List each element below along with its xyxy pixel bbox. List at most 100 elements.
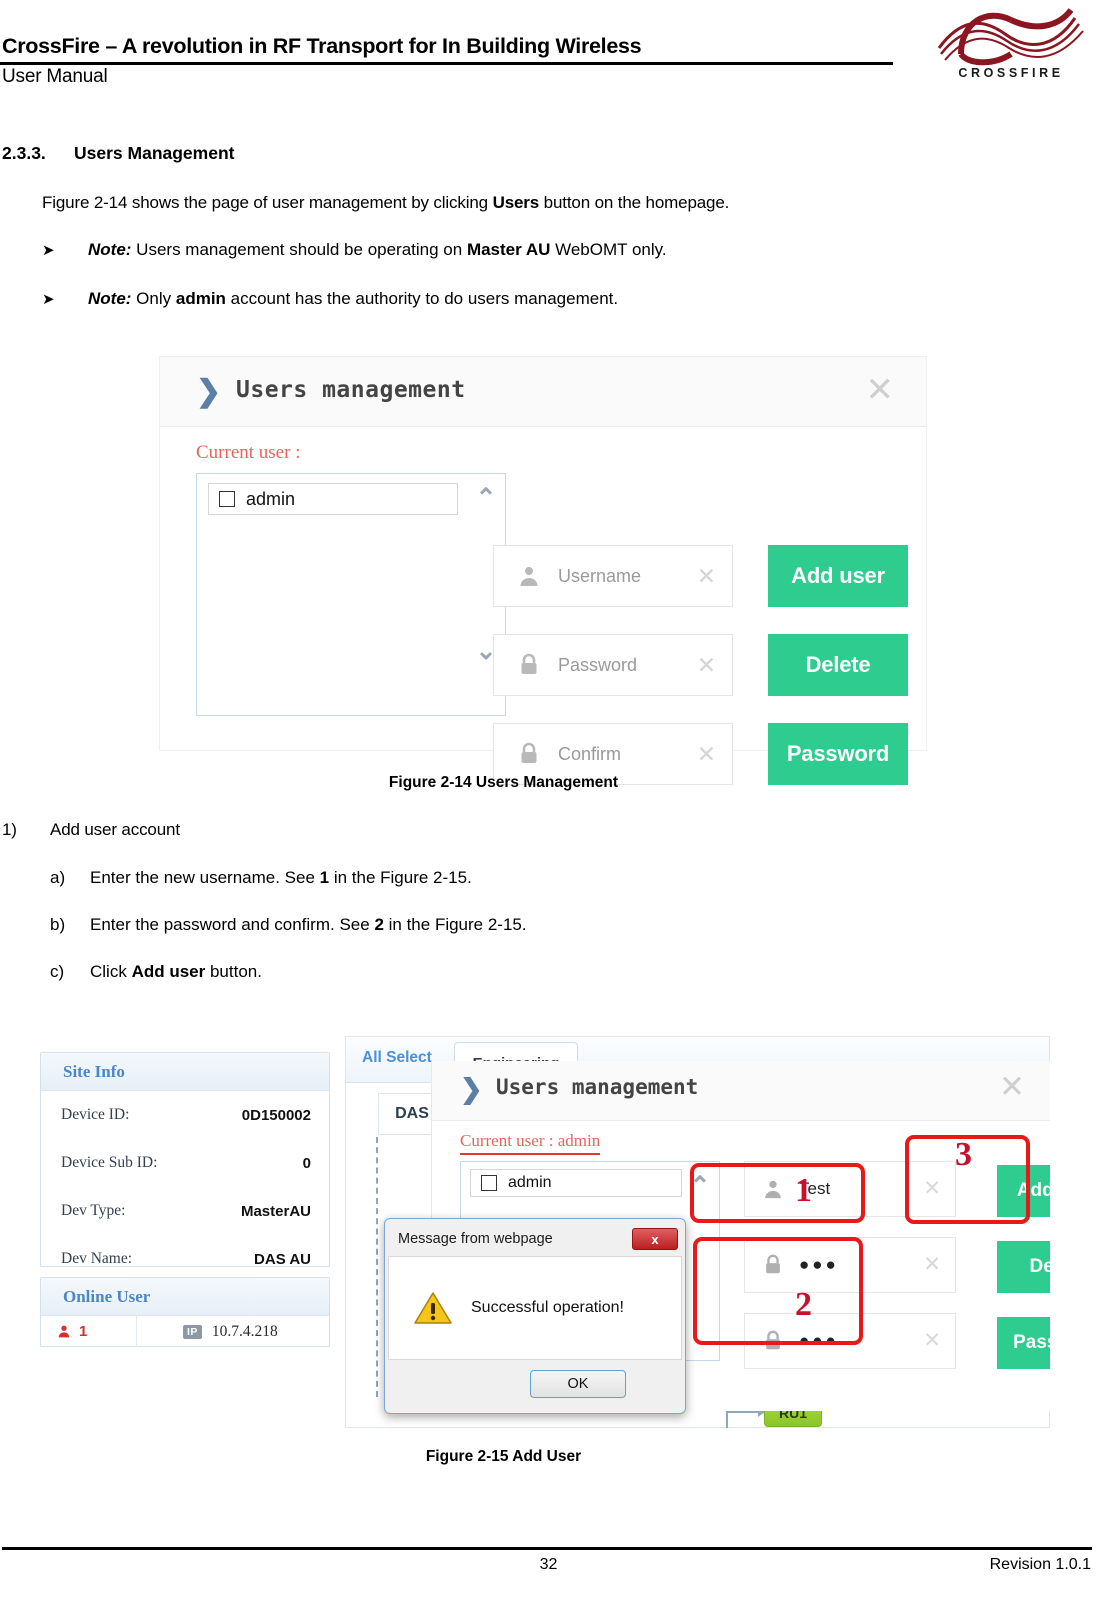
clear-icon[interactable]: ✕ xyxy=(697,654,716,677)
dialog-header: ❯ Users management ✕ xyxy=(432,1061,1050,1121)
substep-text-after: in the Figure 2-15. xyxy=(329,868,472,887)
username-input[interactable]: Username ✕ xyxy=(493,545,733,607)
row-key: Device Sub ID: xyxy=(61,1154,158,1171)
list-item[interactable]: admin xyxy=(208,483,458,515)
online-user-ip: 10.7.4.218 xyxy=(211,1322,278,1340)
list-item-label: admin xyxy=(246,488,296,509)
section-number: 2.3.3. xyxy=(2,143,46,163)
note-text-after-2: account has the authority to do users ma… xyxy=(225,289,619,308)
row-key: Dev Name: xyxy=(61,1250,133,1267)
dialog-title: Users management xyxy=(236,377,466,403)
online-user-count-cell: 1 xyxy=(41,1316,137,1347)
clear-icon[interactable]: ✕ xyxy=(923,1178,941,1199)
message-dialog-body: Successful operation! xyxy=(388,1256,682,1360)
substep-marker: a) xyxy=(50,868,66,887)
users-management-dialog-body: Current user : admin ⌃ ⌄ Username ✕ Pass… xyxy=(160,427,926,785)
row-value: 0 xyxy=(302,1154,311,1172)
current-user-label: Current user : admin xyxy=(460,1131,601,1155)
note-item-2: ➤ Note: Only admin account has the autho… xyxy=(42,289,618,309)
message-dialog-text: Successful operation! xyxy=(471,1299,624,1316)
step-item-c: c) Click Add user button. xyxy=(50,962,262,982)
substep-marker: b) xyxy=(50,915,66,934)
close-icon[interactable]: ✕ xyxy=(866,373,895,407)
password-input[interactable]: ●●● ✕ xyxy=(744,1237,956,1293)
document-title: CrossFire – A revolution in RF Transport… xyxy=(2,34,642,58)
password-value: ●●● xyxy=(799,1255,839,1274)
revision-label: Revision 1.0.1 xyxy=(989,1556,1091,1573)
substep-bold: 1 xyxy=(319,868,330,887)
close-icon[interactable]: ✕ xyxy=(999,1071,1025,1102)
close-icon[interactable]: x xyxy=(632,1228,678,1250)
clear-icon[interactable]: ✕ xyxy=(697,565,716,588)
online-user-row: 1 IP 10.7.4.218 xyxy=(41,1316,329,1347)
tab-all-select[interactable]: All Select xyxy=(362,1049,432,1067)
bullet-arrow-icon: ➤ xyxy=(42,291,55,308)
current-user-label: Current user : xyxy=(196,442,301,463)
scroll-up-icon[interactable]: ⌃ xyxy=(687,1174,713,1199)
online-user-count: 1 xyxy=(79,1323,88,1340)
callout-number-3: 3 xyxy=(955,1136,972,1173)
add-user-button[interactable]: Add user xyxy=(768,545,908,607)
add-user-button[interactable]: Add user xyxy=(997,1165,1050,1217)
bullet-arrow-icon: ➤ xyxy=(42,242,55,259)
intro-suffix: button on the homepage. xyxy=(539,193,730,212)
ok-button[interactable]: OK xyxy=(530,1370,626,1398)
username-placeholder: Username xyxy=(558,565,642,586)
password-input[interactable]: Password ✕ xyxy=(493,634,733,696)
clear-icon[interactable]: ✕ xyxy=(697,743,716,766)
lock-icon xyxy=(761,1253,785,1277)
warning-icon xyxy=(414,1292,452,1324)
table-row: Device Sub ID: 0 xyxy=(41,1139,329,1187)
message-from-webpage-dialog: Message from webpage x Successful operat… xyxy=(384,1218,686,1414)
substep-text-before: Enter the new username. See xyxy=(90,868,320,887)
step-text: Add user account xyxy=(50,820,180,839)
message-dialog-title: Message from webpage xyxy=(398,1231,553,1247)
note-item-1: ➤ Note: Users management should be opera… xyxy=(42,240,667,260)
confirm-input[interactable]: ●●● ✕ xyxy=(744,1313,956,1369)
scroll-up-icon[interactable]: ⌃ xyxy=(473,486,499,511)
callout-number-1: 1 xyxy=(795,1172,812,1209)
ip-badge-icon: IP xyxy=(183,1324,202,1339)
chevron-right-icon: ❯ xyxy=(196,375,222,408)
figure-2-15-caption: Figure 2-15 Add User xyxy=(425,1448,582,1465)
user-list[interactable]: admin ⌃ ⌄ xyxy=(196,473,506,716)
ru-connector-arrow-icon xyxy=(726,1407,765,1417)
substep-text-before: Enter the password and confirm. See xyxy=(90,915,375,934)
online-user-panel: Online User 1 IP 10.7.4.218 xyxy=(40,1277,330,1347)
note-text-after-1: WebOMT only. xyxy=(550,240,667,259)
list-item-label: admin xyxy=(508,1174,552,1191)
lock-icon xyxy=(761,1329,785,1353)
footer-divider xyxy=(2,1547,1092,1550)
clear-icon[interactable]: ✕ xyxy=(923,1254,941,1275)
lock-icon xyxy=(516,652,542,678)
document-subtitle: User Manual xyxy=(2,66,108,87)
substep-bold: Add user xyxy=(131,962,206,981)
section-title: Users Management xyxy=(74,143,235,163)
delete-button[interactable]: Delete xyxy=(997,1241,1050,1293)
substep-text-after: button. xyxy=(205,962,262,981)
user-icon xyxy=(761,1177,785,1201)
row-key: Dev Type: xyxy=(61,1202,126,1219)
clear-icon[interactable]: ✕ xyxy=(923,1330,941,1351)
note-text-before-2: Only xyxy=(131,289,176,308)
list-item[interactable]: admin xyxy=(470,1169,682,1197)
table-row: Device ID: 0D150002 xyxy=(41,1091,329,1139)
checkbox-icon[interactable] xyxy=(219,491,235,507)
confirm-placeholder: Confirm xyxy=(558,743,622,764)
note-bold-2: admin xyxy=(175,289,226,308)
message-dialog-footer: OK xyxy=(388,1360,682,1408)
table-row: Dev Type: MasterAU xyxy=(41,1187,329,1235)
step-item-a: a) Enter the new username. See 1 in the F… xyxy=(50,868,472,888)
delete-button[interactable]: Delete xyxy=(768,634,908,696)
step-item-1: 1) Add user account xyxy=(2,820,180,840)
figure-2-14-caption: Figure 2-14 Users Management xyxy=(388,774,619,791)
user-icon xyxy=(58,1325,70,1338)
checkbox-icon[interactable] xyxy=(481,1175,497,1191)
substep-marker: c) xyxy=(50,962,65,981)
username-input[interactable]: Test ✕ xyxy=(744,1161,956,1217)
row-value: MasterAU xyxy=(240,1202,311,1220)
message-dialog-titlebar: Message from webpage x xyxy=(388,1222,682,1256)
password-button[interactable]: Password xyxy=(997,1317,1050,1369)
username-value: Test xyxy=(799,1179,831,1198)
crossfire-logo: CROSSFIRE xyxy=(931,4,1091,96)
